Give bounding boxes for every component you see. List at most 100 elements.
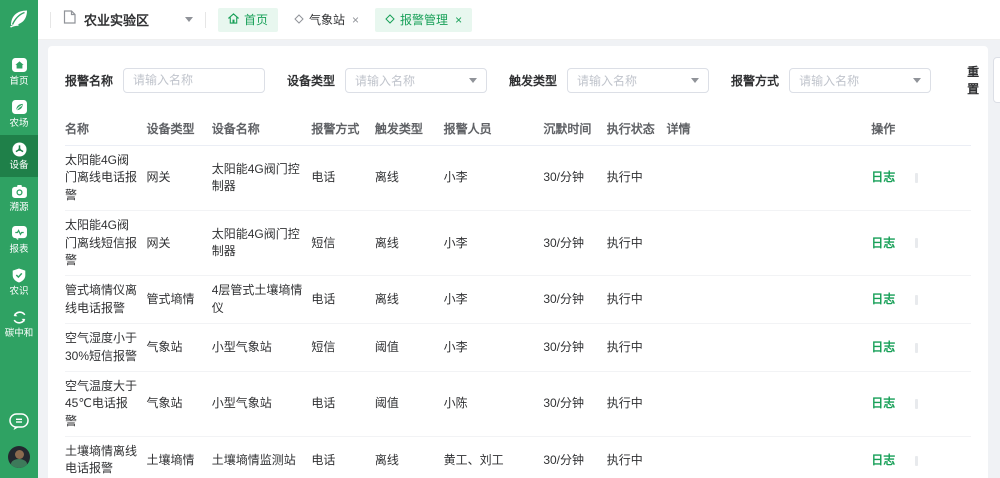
log-link[interactable]: 日志 bbox=[871, 236, 895, 250]
sidebar-item-label: 设备 bbox=[10, 160, 29, 170]
cell-exec-status: 执行中 bbox=[607, 211, 667, 276]
close-icon[interactable]: × bbox=[352, 14, 359, 26]
cell-action: 日志 bbox=[871, 276, 971, 324]
action-divider bbox=[915, 399, 918, 409]
sidebar-footer bbox=[8, 413, 30, 478]
cell-alarm-method: 短信 bbox=[311, 211, 374, 276]
table-body: 太阳能4G阀门离线电话报警 网关 太阳能4G阀门控制器 电话 离线 小李 30/… bbox=[65, 146, 971, 478]
cell-device-type: 气象站 bbox=[147, 324, 212, 372]
tab-label: 首页 bbox=[244, 11, 268, 28]
chevron-down-icon bbox=[185, 17, 193, 22]
cell-alarm-person: 小陈 bbox=[444, 371, 544, 436]
col-header-detail: 详情 bbox=[667, 112, 872, 146]
cell-alarm-name: 土壤墒情离线电话报警 bbox=[65, 437, 147, 478]
sidebar-item-label: 报表 bbox=[10, 244, 29, 254]
user-avatar[interactable] bbox=[8, 446, 30, 468]
sidebar-item-label: 农识 bbox=[10, 286, 29, 296]
table-header-row: 名称 设备类型 设备名称 报警方式 触发类型 报警人员 沉默时间 执行状态 详情… bbox=[65, 112, 971, 146]
col-header-trigger-type: 触发类型 bbox=[375, 112, 444, 146]
table-row: 土壤墒情离线电话报警 土壤墒情 土壤墒情监测站 电话 离线 黄工、刘工 30/分… bbox=[65, 437, 971, 478]
action-divider bbox=[915, 456, 918, 466]
cell-silence-time: 30/分钟 bbox=[543, 276, 606, 324]
sidebar-item-carbon[interactable]: 碳中和 bbox=[0, 303, 38, 345]
cell-alarm-method: 短信 bbox=[311, 324, 374, 372]
app-logo-leaf-icon bbox=[6, 6, 32, 37]
tab-label: 报警管理 bbox=[400, 11, 448, 28]
home-icon bbox=[228, 13, 239, 27]
log-link[interactable]: 日志 bbox=[871, 396, 895, 410]
cell-alarm-name: 空气湿度小于30%短信报警 bbox=[65, 324, 147, 372]
chat-bubble-icon[interactable] bbox=[9, 413, 29, 436]
cell-exec-status: 执行中 bbox=[607, 146, 667, 211]
cell-alarm-name: 太阳能4G阀门离线电话报警 bbox=[65, 146, 147, 211]
trigger-type-select[interactable]: 请输入名称 bbox=[567, 68, 709, 93]
reset-button[interactable]: 重置 bbox=[967, 63, 979, 97]
workspace-selector[interactable]: 农业实验区 bbox=[63, 10, 193, 29]
table-row: 管式墒情仪离线电话报警 管式墒情 4层管式土壤墒情仪 电话 离线 小李 30/分… bbox=[65, 276, 971, 324]
cell-device-type: 网关 bbox=[147, 211, 212, 276]
sidebar-item-trace[interactable]: 溯源 bbox=[0, 177, 38, 219]
cell-silence-time: 30/分钟 bbox=[543, 146, 606, 211]
filter-alarm-name: 报警名称 bbox=[65, 68, 265, 93]
cell-device-name: 太阳能4G阀门控制器 bbox=[212, 211, 312, 276]
sidebar: 首页 农场 设备 溯源 报表 农识 碳中和 bbox=[0, 0, 38, 478]
shield-icon bbox=[12, 268, 26, 282]
filter-label: 触发类型 bbox=[509, 72, 557, 89]
tab-alarm-management[interactable]: 报警管理 × bbox=[375, 8, 472, 32]
sidebar-item-report[interactable]: 报表 bbox=[0, 219, 38, 261]
cell-trigger-type: 离线 bbox=[375, 211, 444, 276]
cell-alarm-method: 电话 bbox=[311, 371, 374, 436]
filter-bar: 报警名称 设备类型 请输入名称 触发类型 请输入名称 bbox=[65, 46, 971, 112]
cell-detail bbox=[667, 371, 872, 436]
cell-trigger-type: 阈值 bbox=[375, 324, 444, 372]
alarm-name-input[interactable] bbox=[123, 68, 265, 93]
cell-trigger-type: 离线 bbox=[375, 276, 444, 324]
cell-detail bbox=[667, 276, 872, 324]
recycle-icon bbox=[12, 310, 27, 324]
sidebar-item-label: 溯源 bbox=[10, 202, 29, 212]
action-divider bbox=[915, 238, 918, 248]
tab-label: 气象站 bbox=[309, 11, 345, 28]
cell-alarm-person: 小李 bbox=[444, 211, 544, 276]
alarm-name-input-field[interactable] bbox=[133, 73, 255, 87]
query-button[interactable]: 查询 bbox=[993, 57, 1000, 103]
cell-alarm-name: 空气温度大于45℃电话报警 bbox=[65, 371, 147, 436]
cell-device-name: 小型气象站 bbox=[212, 324, 312, 372]
sidebar-item-home[interactable]: 首页 bbox=[0, 51, 38, 93]
sidebar-item-knowledge[interactable]: 农识 bbox=[0, 261, 38, 303]
cell-silence-time: 30/分钟 bbox=[543, 211, 606, 276]
cell-device-type: 管式墒情 bbox=[147, 276, 212, 324]
log-link[interactable]: 日志 bbox=[871, 292, 895, 306]
sidebar-item-farm[interactable]: 农场 bbox=[0, 93, 38, 135]
cell-silence-time: 30/分钟 bbox=[543, 371, 606, 436]
tab-weather-station[interactable]: 气象站 × bbox=[284, 8, 369, 32]
farm-icon bbox=[12, 100, 27, 114]
log-link[interactable]: 日志 bbox=[871, 170, 895, 184]
select-placeholder: 请输入名称 bbox=[799, 72, 859, 89]
cell-alarm-name: 太阳能4G阀门离线短信报警 bbox=[65, 211, 147, 276]
log-link[interactable]: 日志 bbox=[871, 340, 895, 354]
content-area: 报警名称 设备类型 请输入名称 触发类型 请输入名称 bbox=[38, 40, 1000, 478]
cell-alarm-person: 小李 bbox=[444, 276, 544, 324]
cell-trigger-type: 阈值 bbox=[375, 371, 444, 436]
alarm-management-panel: 报警名称 设备类型 请输入名称 触发类型 请输入名称 bbox=[48, 46, 988, 478]
tag-icon bbox=[385, 13, 395, 27]
device-type-select[interactable]: 请输入名称 bbox=[345, 68, 487, 93]
cell-alarm-method: 电话 bbox=[311, 146, 374, 211]
chart-bubble-icon bbox=[12, 226, 27, 240]
sidebar-item-label: 首页 bbox=[10, 76, 29, 86]
close-icon[interactable]: × bbox=[455, 14, 462, 26]
tab-home[interactable]: 首页 bbox=[218, 8, 278, 32]
cell-device-type: 网关 bbox=[147, 146, 212, 211]
home-icon bbox=[12, 58, 27, 72]
cell-device-type: 土壤墒情 bbox=[147, 437, 212, 478]
cell-detail bbox=[667, 324, 872, 372]
sidebar-item-device[interactable]: 设备 bbox=[0, 135, 38, 177]
col-header-exec-status: 执行状态 bbox=[607, 112, 667, 146]
log-link[interactable]: 日志 bbox=[871, 453, 895, 467]
cell-silence-time: 30/分钟 bbox=[543, 437, 606, 478]
cell-silence-time: 30/分钟 bbox=[543, 324, 606, 372]
table-row: 空气湿度小于30%短信报警 气象站 小型气象站 短信 阈值 小李 30/分钟 执… bbox=[65, 324, 971, 372]
select-placeholder: 请输入名称 bbox=[577, 72, 637, 89]
alarm-method-select[interactable]: 请输入名称 bbox=[789, 68, 931, 93]
